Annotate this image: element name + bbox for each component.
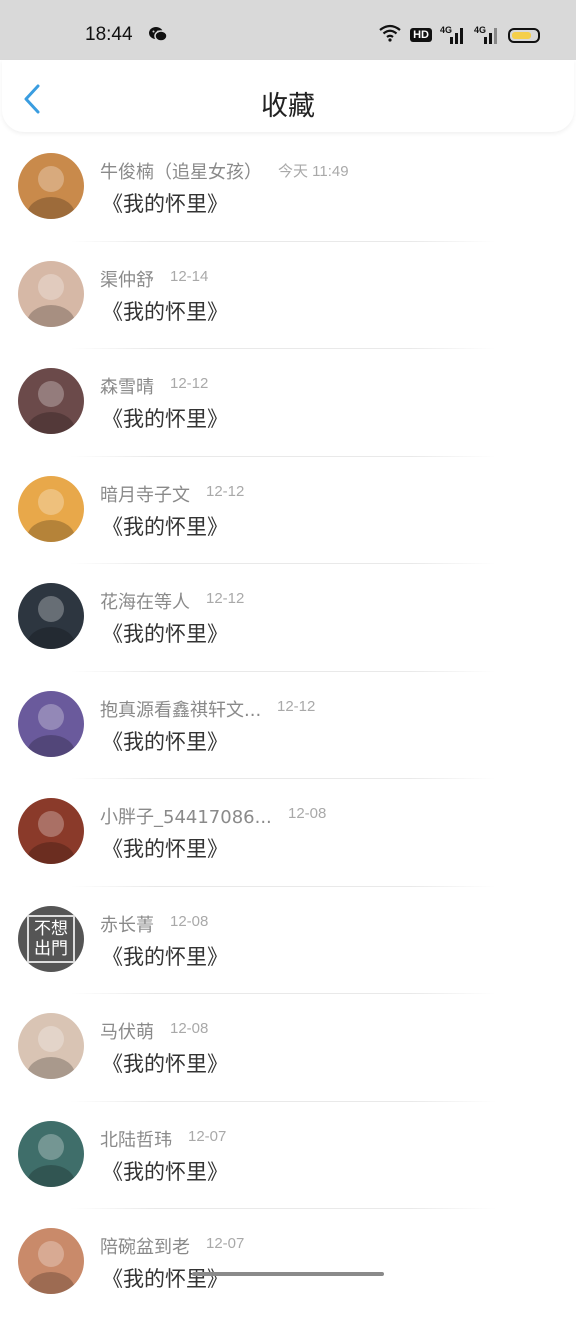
sender-name: 抱真源看鑫祺轩文... [100, 699, 262, 721]
sender-name: 小胖子_54417086... [100, 807, 272, 828]
favorite-title: 《我的怀里》 [102, 837, 228, 861]
avatar[interactable] [18, 798, 84, 864]
wifi-icon [378, 24, 402, 46]
sender-name: 暗月寺子文 [100, 484, 190, 506]
timestamp: 12-12 [206, 482, 245, 500]
timestamp: 12-08 [170, 912, 209, 930]
sender-name: 陪碗盆到老 [100, 1237, 190, 1258]
sender-name: 马伏萌 [100, 1022, 154, 1043]
avatar[interactable] [18, 690, 84, 757]
timestamp: 12-07 [188, 1127, 227, 1145]
timestamp: 今天 11:49 [278, 163, 349, 180]
header-bar: 收藏 [2, 60, 574, 132]
battery-icon [508, 27, 540, 43]
timestamp: 12-07 [206, 1235, 245, 1252]
favorite-title: 《我的怀里》 [102, 622, 228, 646]
status-icons: HD 4G 4G [378, 24, 540, 46]
avatar[interactable] [18, 368, 84, 434]
favorites-list: 牛俊楠（追星女孩） 今天 11:49 《我的怀里》 渠仲舒 12-14 《我的怀里》 森雪晴… [0, 134, 576, 1317]
hd-badge: HD [410, 28, 432, 42]
sender-name: 渠仲舒 [100, 269, 154, 291]
timestamp: 12-08 [288, 805, 327, 822]
sender-name: 牛俊楠（追星女孩） [100, 162, 262, 183]
list-item[interactable]: 不想出門 赤长菁 12-08 《我的怀里》 [0, 887, 576, 994]
status-time: 18:44 [85, 24, 133, 45]
list-item[interactable]: 渠仲舒 12-14 《我的怀里》 [0, 242, 576, 349]
avatar[interactable] [18, 153, 84, 219]
favorite-title: 《我的怀里》 [102, 299, 228, 324]
timestamp: 12-12 [277, 697, 316, 715]
list-item[interactable]: 陪碗盆到老 12-07 《我的怀里》 [0, 1209, 576, 1317]
status-bar: 18:44 HD 4G 4G [0, 0, 576, 60]
favorite-title: 《我的怀里》 [102, 407, 228, 431]
signal-icon-1: 4G [440, 25, 466, 45]
avatar[interactable] [18, 1228, 84, 1294]
list-item[interactable]: 牛俊楠（追星女孩） 今天 11:49 《我的怀里》 [0, 134, 576, 242]
favorite-title: 《我的怀里》 [102, 729, 228, 754]
signal-icon-2: 4G [474, 25, 500, 45]
sender-name: 森雪晴 [100, 377, 154, 398]
sender-name: 赤长菁 [100, 914, 154, 936]
favorite-title: 《我的怀里》 [102, 1159, 228, 1184]
timestamp: 12-12 [206, 590, 245, 607]
list-item[interactable]: 马伏萌 12-08 《我的怀里》 [0, 994, 576, 1102]
favorite-title: 《我的怀里》 [102, 944, 228, 969]
avatar[interactable]: 不想出門 [18, 905, 84, 972]
favorite-title: 《我的怀里》 [102, 192, 228, 216]
timestamp: 12-08 [170, 1020, 209, 1037]
timestamp: 12-14 [170, 267, 209, 285]
list-item[interactable]: 北陆哲玮 12-07 《我的怀里》 [0, 1102, 576, 1209]
avatar[interactable] [18, 1120, 84, 1187]
list-item[interactable]: 暗月寺子文 12-12 《我的怀里》 [0, 457, 576, 564]
avatar[interactable] [18, 475, 84, 542]
wechat-notification-icon [148, 26, 168, 46]
list-item[interactable]: 森雪晴 12-12 《我的怀里》 [0, 349, 576, 457]
avatar-text: 不想出門 [34, 918, 68, 959]
favorite-title: 《我的怀里》 [102, 1052, 228, 1076]
timestamp: 12-12 [170, 375, 209, 392]
sender-name: 北陆哲玮 [100, 1129, 172, 1151]
list-item[interactable]: 花海在等人 12-12 《我的怀里》 [0, 564, 576, 672]
home-indicator[interactable] [192, 1272, 384, 1276]
avatar[interactable] [18, 260, 84, 327]
avatar[interactable] [18, 1013, 84, 1079]
favorite-title: 《我的怀里》 [102, 1267, 228, 1291]
avatar[interactable] [18, 583, 84, 649]
list-item[interactable]: 小胖子_54417086... 12-08 《我的怀里》 [0, 779, 576, 887]
list-item[interactable]: 抱真源看鑫祺轩文... 12-12 《我的怀里》 [0, 672, 576, 779]
favorite-title: 《我的怀里》 [102, 514, 228, 539]
page-title: 收藏 [261, 91, 315, 122]
sender-name: 花海在等人 [100, 592, 190, 613]
